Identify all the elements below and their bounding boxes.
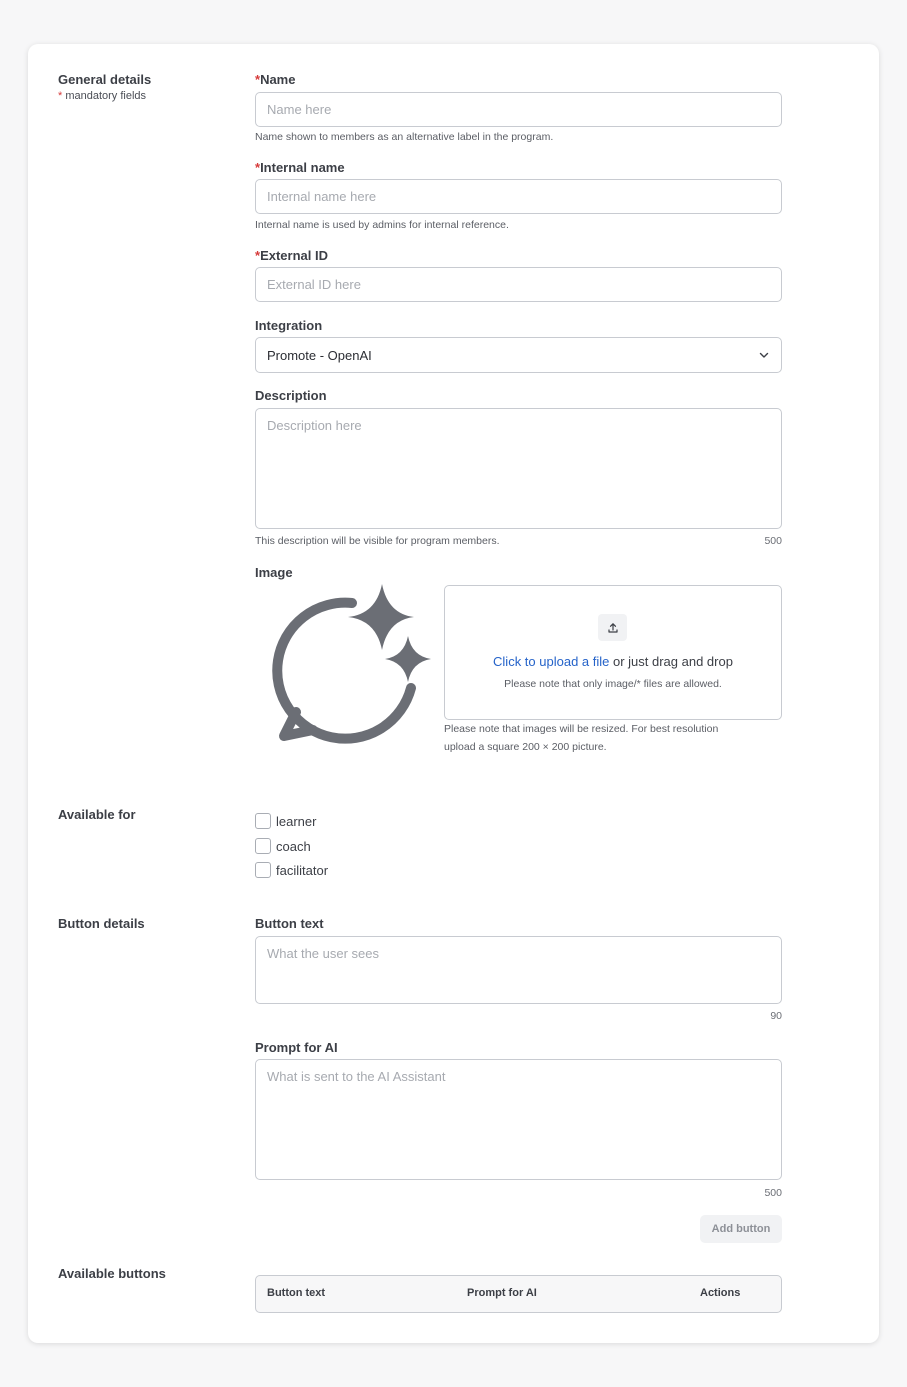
name-hint: Name shown to members as an alternative …: [255, 131, 554, 143]
checkbox-learner[interactable]: learner: [255, 813, 316, 829]
chevron-down-icon: [759, 352, 769, 358]
upload-icon: [607, 622, 618, 633]
column-header-prompt: Prompt for AI: [467, 1287, 537, 1299]
upload-file-type-note: Please note that only image/* files are …: [504, 678, 722, 690]
form-card: General details * mandatory fields *Name…: [28, 44, 879, 1343]
internal-name-hint: Internal name is used by admins for inte…: [255, 219, 509, 231]
button-text-textarea[interactable]: [255, 936, 782, 1004]
description-counter: 500: [764, 535, 782, 547]
upload-button[interactable]: [598, 614, 627, 641]
checkbox-box[interactable]: [255, 862, 271, 878]
button-text-label: Button text: [255, 916, 324, 931]
integration-label: Integration: [255, 318, 323, 333]
prompt-label: Prompt for AI: [255, 1040, 338, 1055]
upload-file-link[interactable]: Click to upload a file: [493, 654, 609, 669]
upload-drag-text: or just drag and drop: [609, 654, 733, 669]
upload-instructions: Click to upload a file or just drag and …: [445, 654, 781, 669]
name-label-text: Name: [260, 72, 296, 87]
add-button[interactable]: Add button: [700, 1215, 782, 1243]
button-text-counter: 90: [770, 1010, 782, 1022]
column-header-actions: Actions: [700, 1287, 741, 1299]
checkbox-label: facilitator: [276, 862, 329, 878]
column-header-button-text: Button text: [267, 1287, 326, 1299]
name-input[interactable]: [255, 92, 782, 127]
checkbox-label: learner: [276, 813, 317, 829]
image-dropzone[interactable]: Click to upload a file or just drag and …: [444, 585, 782, 720]
image-resize-note-line1: Please note that images will be resized.…: [444, 723, 719, 735]
external-id-input[interactable]: [255, 267, 782, 302]
name-label: *Name: [255, 72, 295, 87]
checkbox-label: coach: [276, 838, 311, 854]
button-details-title: Button details: [58, 916, 145, 931]
checkbox-facilitator[interactable]: facilitator: [255, 862, 328, 878]
available-buttons-table: Button text Prompt for AI Actions: [255, 1275, 782, 1313]
integration-selected-value: Promote - OpenAI: [267, 347, 372, 363]
chat-sparkle-icon: [272, 584, 431, 744]
mandatory-text: mandatory fields: [62, 90, 147, 102]
description-label: Description: [255, 388, 327, 403]
description-hint: This description will be visible for pro…: [255, 535, 500, 547]
prompt-textarea[interactable]: [255, 1059, 782, 1180]
integration-select[interactable]: Promote - OpenAI: [255, 337, 782, 373]
external-id-label-text: External ID: [260, 248, 328, 263]
general-details-title: General details: [58, 72, 152, 87]
checkbox-coach[interactable]: coach: [255, 838, 311, 854]
available-buttons-title: Available buttons: [58, 1266, 166, 1281]
internal-name-input[interactable]: [255, 179, 782, 214]
mandatory-fields-note: * mandatory fields: [58, 90, 146, 102]
checkbox-box[interactable]: [255, 838, 271, 854]
description-textarea[interactable]: [255, 408, 782, 529]
internal-name-label-text: Internal name: [260, 160, 345, 175]
internal-name-label: *Internal name: [255, 160, 345, 175]
checkbox-box[interactable]: [255, 813, 271, 829]
external-id-label: *External ID: [255, 248, 328, 263]
prompt-counter: 500: [764, 1187, 782, 1199]
image-resize-note-line2: upload a square 200 × 200 picture.: [444, 741, 607, 753]
available-for-title: Available for: [58, 807, 136, 822]
image-label: Image: [255, 565, 293, 580]
